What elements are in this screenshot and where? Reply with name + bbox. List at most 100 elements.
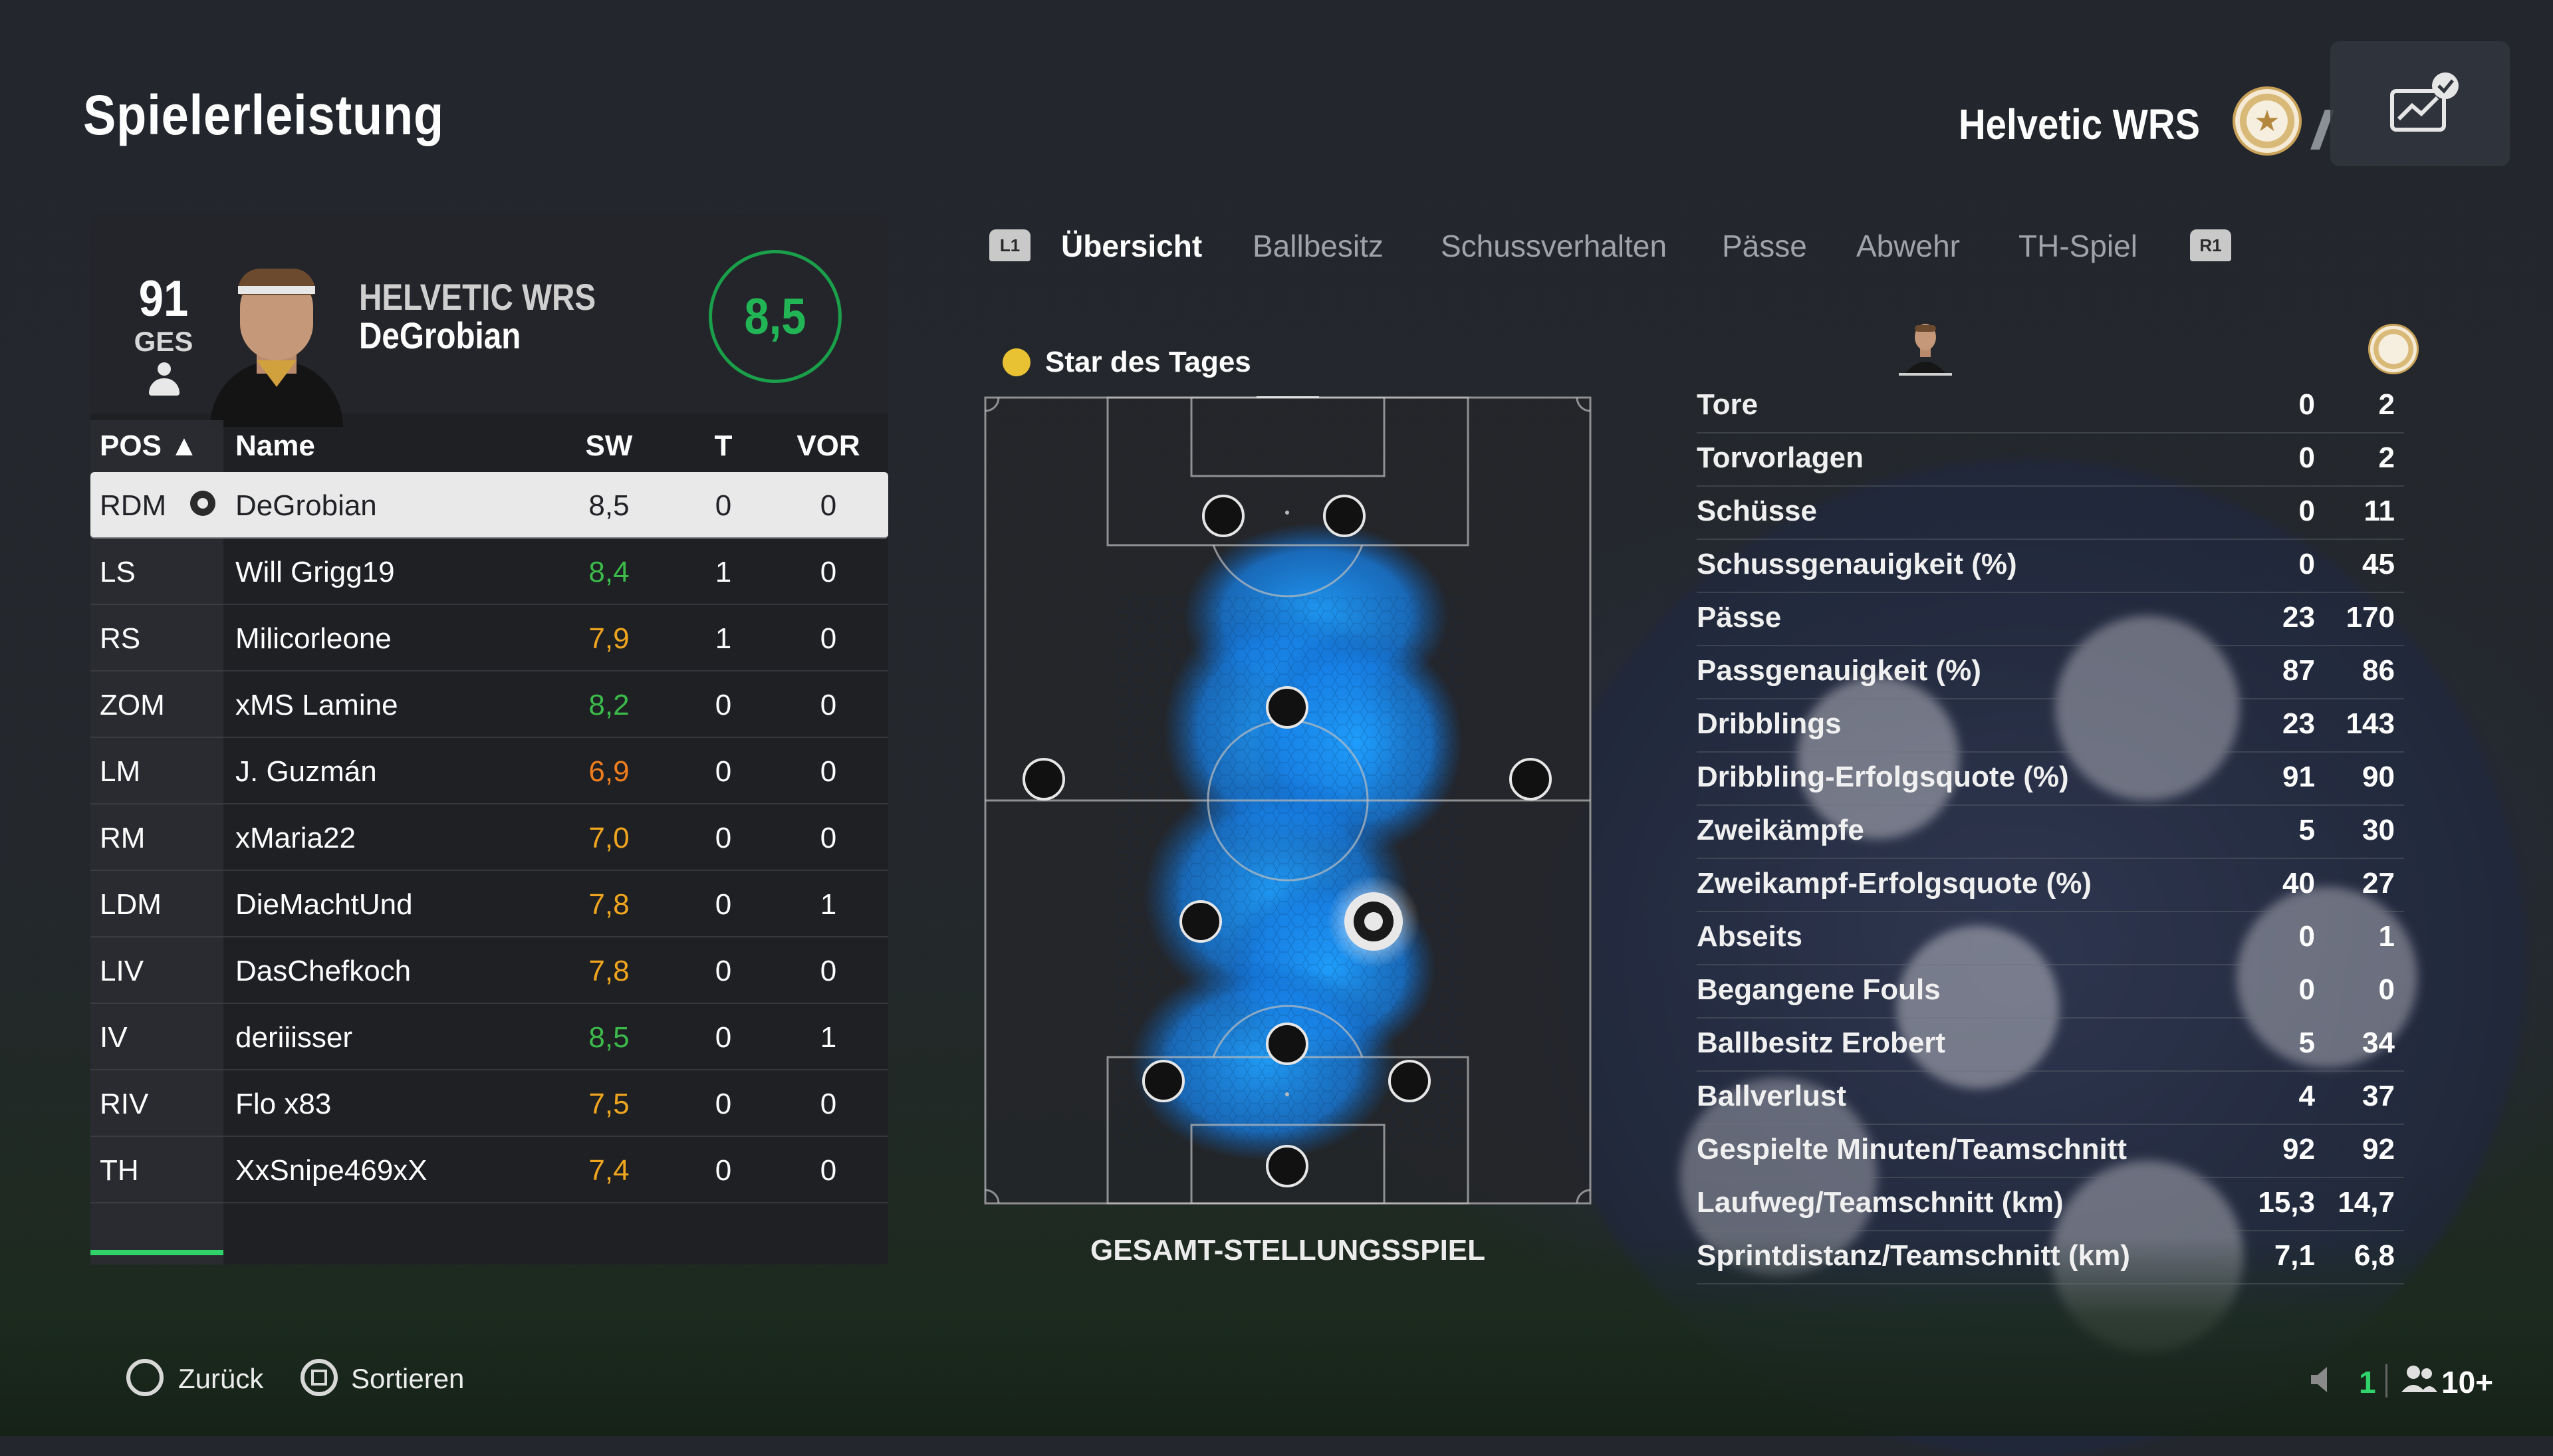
player-table: RDM DeGrobian 8,5 0 0 LS Will Grigg19 8,4 1 0 RS Mi…: [90, 472, 888, 1203]
match-rating-badge: 8,5: [709, 250, 842, 383]
stat-label: Passgenauigkeit (%): [1697, 654, 1981, 687]
row-rating: 6,9: [588, 755, 630, 788]
table-row[interactable]: LIV DasChefkoch 7,8 0 0: [90, 937, 888, 1004]
player-dot: [1023, 758, 1065, 800]
circle-button-icon[interactable]: [126, 1359, 164, 1396]
stat-player-value: 40: [2282, 867, 2315, 900]
stat-team-value: 0: [2378, 973, 2395, 1006]
table-row[interactable]: RDM DeGrobian 8,5 0 0: [90, 472, 888, 539]
row-assists: 0: [820, 622, 837, 655]
stat-row: Tore 0 2: [1697, 380, 2404, 433]
column-header-vor[interactable]: VOR: [782, 429, 875, 463]
table-row[interactable]: LS Will Grigg19 8,4 1 0: [90, 539, 888, 605]
tab-ballbesitz[interactable]: Ballbesitz: [1253, 228, 1384, 264]
player-panel: 91 GES HELVETIC WRS DeGrobian 8,5 POS ▲ …: [90, 214, 888, 1265]
stat-team-value: 30: [2362, 814, 2395, 846]
player-dot: [1179, 900, 1222, 943]
stat-label: Tore: [1697, 388, 1759, 421]
row-goals: 0: [715, 1154, 732, 1187]
stat-row: Ballverlust 4 37: [1697, 1072, 2404, 1125]
stat-player-value: 15,3: [2258, 1186, 2315, 1219]
tab-abwehr[interactable]: Abwehr: [1856, 228, 1960, 264]
row-position: RM: [100, 822, 146, 854]
person-icon: [149, 362, 180, 400]
stat-label: Laufweg/Teamschnitt (km): [1697, 1186, 2064, 1219]
player-card[interactable]: 91 GES HELVETIC WRS DeGrobian 8,5: [90, 214, 888, 427]
row-assists: 0: [820, 822, 837, 854]
row-player-name: xMS Lamine: [235, 689, 398, 721]
stat-player-value: 0: [2298, 973, 2315, 1006]
row-goals: 0: [715, 888, 732, 921]
row-rating: 7,0: [588, 822, 630, 854]
table-row[interactable]: RM xMaria22 7,0 0 0: [90, 804, 888, 871]
stat-label: Schüsse: [1697, 495, 1817, 527]
row-position: RDM: [100, 489, 167, 522]
row-player-name: DeGrobian: [235, 489, 377, 522]
stat-team-value: 37: [2362, 1080, 2395, 1112]
scroll-indicator: [90, 1250, 223, 1255]
star-of-the-day-label: Star des Tages: [1045, 346, 1251, 378]
row-assists: 0: [820, 489, 837, 522]
table-row[interactable]: ZOM xMS Lamine 8,2 0 0: [90, 671, 888, 738]
performance-overview-button[interactable]: [2330, 41, 2510, 166]
row-position: IV: [100, 1021, 128, 1054]
tab-th-spiel[interactable]: TH-Spiel: [2018, 228, 2137, 264]
row-goals: 0: [715, 755, 732, 788]
l1-bumper-icon[interactable]: L1: [989, 229, 1031, 261]
sort-label[interactable]: Sortieren: [351, 1363, 464, 1395]
stat-player-value: 0: [2298, 388, 2315, 421]
row-position: TH: [100, 1154, 139, 1187]
stat-team-value: 14,7: [2338, 1186, 2395, 1219]
player-dot: [1323, 495, 1366, 537]
stat-label: Begangene Fouls: [1697, 973, 1941, 1006]
player-club: HELVETIC WRS: [359, 276, 596, 318]
column-header-pos[interactable]: POS ▲: [100, 429, 199, 463]
row-goals: 0: [715, 489, 732, 522]
table-row[interactable]: LM J. Guzmán 6,9 0 0: [90, 738, 888, 804]
column-header-sw[interactable]: SW: [556, 429, 662, 463]
tab-schussverhalten[interactable]: Schussverhalten: [1441, 228, 1667, 264]
table-row[interactable]: LDM DieMachtUnd 7,8 0 1: [90, 871, 888, 937]
row-goals: 0: [715, 955, 732, 987]
row-assists: 0: [820, 955, 837, 987]
r1-bumper-icon[interactable]: R1: [2190, 229, 2231, 261]
square-button-icon[interactable]: [301, 1359, 338, 1396]
row-goals: 0: [715, 1088, 732, 1120]
stat-row: Dribbling-Erfolgsquote (%) 91 90: [1697, 753, 2404, 806]
row-rating: 7,5: [588, 1088, 630, 1120]
star-icon: [1003, 348, 1031, 376]
stat-label: Sprintdistanz/Teamschnitt (km): [1697, 1239, 2130, 1272]
column-header-name[interactable]: Name: [235, 429, 315, 463]
stat-player-value: 5: [2298, 814, 2315, 846]
row-goals: 0: [715, 689, 732, 721]
column-header-t[interactable]: T: [697, 429, 750, 463]
stat-row: Pässe 23 170: [1697, 593, 2404, 646]
stat-label: Zweikampf-Erfolgsquote (%): [1697, 867, 2092, 900]
tab-paesse[interactable]: Pässe: [1722, 228, 1807, 264]
voice-count: 1: [2359, 1365, 2376, 1399]
row-rating: 8,4: [588, 556, 630, 588]
back-label[interactable]: Zurück: [178, 1363, 263, 1395]
players-icon: [2401, 1366, 2437, 1392]
row-player-name: Will Grigg19: [235, 556, 395, 588]
table-row[interactable]: RS Milicorleone 7,9 1 0: [90, 605, 888, 671]
stat-label: Schussgenauigkeit (%): [1697, 548, 2017, 580]
stat-row: Zweikämpfe 5 30: [1697, 806, 2404, 859]
stat-row: Ballbesitz Erobert 5 34: [1697, 1019, 2404, 1072]
stat-row: Abseits 0 1: [1697, 912, 2404, 965]
stat-player-value: 0: [2298, 495, 2315, 527]
stat-player-value: 0: [2298, 920, 2315, 953]
player-avatar-small: [1899, 316, 1952, 377]
table-row[interactable]: IV deriiisser 8,5 0 1: [90, 1004, 888, 1070]
tab-uebersicht[interactable]: Übersicht: [1061, 228, 1202, 264]
row-rating: 8,2: [588, 689, 630, 721]
table-row[interactable]: TH XxSnipe469xX 7,4 0 0: [90, 1137, 888, 1203]
table-row[interactable]: RIV Flo x83 7,5 0 0: [90, 1070, 888, 1137]
divider: [2385, 1364, 2387, 1397]
stat-player-value: 4: [2298, 1080, 2315, 1112]
stat-label: Zweikämpfe: [1697, 814, 1864, 846]
players-count: 10+: [2441, 1365, 2494, 1399]
stat-player-value: 92: [2282, 1133, 2315, 1165]
row-player-name: DieMachtUnd: [235, 888, 413, 921]
pitch-caption: GESAMT-STELLUNGSSPIEL: [1090, 1234, 1486, 1267]
